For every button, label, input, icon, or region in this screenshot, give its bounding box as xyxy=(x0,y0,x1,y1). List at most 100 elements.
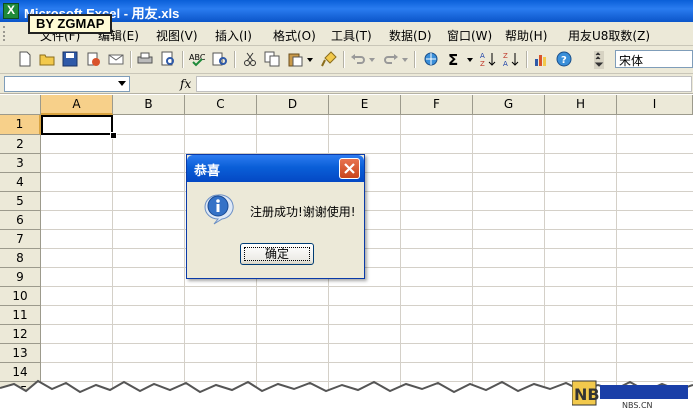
formula-input[interactable] xyxy=(196,76,692,92)
grid-line xyxy=(184,115,185,411)
column-header-b[interactable]: B xyxy=(113,95,185,115)
row-header-12[interactable]: 12 xyxy=(0,325,41,344)
toolbar-separator xyxy=(414,51,416,68)
autosum-dropdown-icon[interactable] xyxy=(466,51,474,67)
toolbar-separator xyxy=(526,51,528,68)
row-header-8[interactable]: 8 xyxy=(0,249,41,268)
row-header-9[interactable]: 9 xyxy=(0,268,41,287)
column-header-h[interactable]: H xyxy=(545,95,617,115)
zgmap-watermark-badge: BY ZGMAP xyxy=(28,14,113,34)
paste-icon[interactable] xyxy=(287,51,303,67)
menu-format[interactable]: 格式(O) xyxy=(273,27,316,44)
row-header-3[interactable]: 3 xyxy=(0,154,41,173)
save-icon[interactable] xyxy=(62,51,78,67)
permission-icon[interactable] xyxy=(85,51,101,67)
toolbar-options-icon[interactable] xyxy=(594,51,604,69)
menu-data[interactable]: 数据(D) xyxy=(389,27,432,44)
row-header-10[interactable]: 10 xyxy=(0,287,41,306)
column-header-e[interactable]: E xyxy=(329,95,401,115)
dialog-title-bar[interactable]: 恭喜 xyxy=(187,155,364,182)
focus-ring xyxy=(244,247,310,261)
grid-line xyxy=(41,191,693,192)
spelling-icon[interactable]: ABC xyxy=(189,51,205,67)
column-header-c[interactable]: C xyxy=(185,95,257,115)
grid-line xyxy=(544,115,545,411)
dialog-title: 恭喜 xyxy=(194,164,221,179)
svg-text:Z: Z xyxy=(480,60,485,67)
format-painter-icon[interactable] xyxy=(321,51,337,67)
autosum-icon[interactable]: Σ xyxy=(447,51,463,67)
site-logo-caption: NBS.CN xyxy=(622,401,653,409)
row-header-7[interactable]: 7 xyxy=(0,230,41,249)
row-header-6[interactable]: 6 xyxy=(0,211,41,230)
grid-line xyxy=(616,115,617,411)
grid-line xyxy=(41,248,693,249)
row-header-13[interactable]: 13 xyxy=(0,344,41,363)
grid-line xyxy=(41,343,693,344)
row-header-1[interactable]: 1 xyxy=(0,115,41,135)
print-icon[interactable] xyxy=(137,51,153,67)
column-header-g[interactable]: G xyxy=(473,95,545,115)
dialog-message: 注册成功!谢谢使用! xyxy=(250,205,356,219)
copy-icon[interactable] xyxy=(264,51,280,67)
active-cell-a1[interactable] xyxy=(41,115,113,135)
close-icon[interactable] xyxy=(339,158,360,179)
row-header-4[interactable]: 4 xyxy=(0,173,41,192)
paste-dropdown-icon[interactable] xyxy=(306,51,314,67)
site-logo-text: NB xyxy=(574,385,600,404)
grid-line xyxy=(41,305,693,306)
menu-tools[interactable]: 工具(T) xyxy=(331,27,372,44)
column-header-d[interactable]: D xyxy=(257,95,329,115)
cut-icon[interactable] xyxy=(242,51,258,67)
message-dialog: 恭喜 注册成功!谢谢使用! 确定 xyxy=(186,154,365,279)
redo-icon[interactable] xyxy=(383,51,399,67)
print-preview-icon[interactable] xyxy=(160,51,176,67)
undo-icon[interactable] xyxy=(350,51,366,67)
undo-dropdown-icon[interactable] xyxy=(368,51,376,67)
font-name-box[interactable]: 宋体 xyxy=(615,50,693,68)
menubar-grip[interactable] xyxy=(3,26,8,41)
fill-handle[interactable] xyxy=(110,132,117,139)
new-document-icon[interactable] xyxy=(17,51,33,67)
toolbar-separator xyxy=(234,51,236,68)
hyperlink-icon[interactable] xyxy=(423,51,439,67)
grid-line xyxy=(41,172,693,173)
chevron-down-icon[interactable] xyxy=(118,81,126,86)
chart-wizard-icon[interactable] xyxy=(533,51,549,67)
sort-ascending-icon[interactable]: AZ xyxy=(480,51,496,67)
svg-text:A: A xyxy=(480,52,485,60)
menu-view[interactable]: 视图(V) xyxy=(156,27,198,44)
grid-line xyxy=(41,153,693,154)
select-all-corner[interactable] xyxy=(0,95,41,115)
column-header-f[interactable]: F xyxy=(401,95,473,115)
row-header-2[interactable]: 2 xyxy=(0,135,41,154)
svg-text:?: ? xyxy=(561,55,567,66)
research-icon[interactable] xyxy=(212,51,228,67)
open-folder-icon[interactable] xyxy=(39,51,55,67)
grid-line xyxy=(41,324,693,325)
row-header-11[interactable]: 11 xyxy=(0,306,41,325)
menu-u8-fetch[interactable]: 用友U8取数(Z) xyxy=(568,27,650,44)
email-icon[interactable] xyxy=(108,51,124,67)
menu-help[interactable]: 帮助(H) xyxy=(505,27,547,44)
excel-app-icon xyxy=(3,3,19,19)
grid-line xyxy=(41,134,693,135)
svg-text:Σ: Σ xyxy=(448,51,458,67)
name-box[interactable] xyxy=(4,76,130,92)
row-header-5[interactable]: 5 xyxy=(0,192,41,211)
site-logo: NB NBS.CN xyxy=(572,380,688,409)
menu-insert[interactable]: 插入(I) xyxy=(215,27,252,44)
fx-icon[interactable]: fx xyxy=(180,77,191,91)
standard-toolbar: ABC Σ AZ ZA ? xyxy=(0,46,693,74)
info-icon xyxy=(202,193,234,225)
grid-line xyxy=(112,115,113,411)
help-icon[interactable]: ? xyxy=(556,51,572,67)
redo-dropdown-icon[interactable] xyxy=(401,51,409,67)
column-header-i[interactable]: I xyxy=(617,95,693,115)
column-header-a[interactable]: A xyxy=(41,95,113,115)
menu-window[interactable]: 窗口(W) xyxy=(447,27,492,44)
sort-descending-icon[interactable]: ZA xyxy=(503,51,519,67)
grid-line xyxy=(41,210,693,211)
grid-line xyxy=(41,286,693,287)
ok-button[interactable]: 确定 xyxy=(240,243,314,265)
